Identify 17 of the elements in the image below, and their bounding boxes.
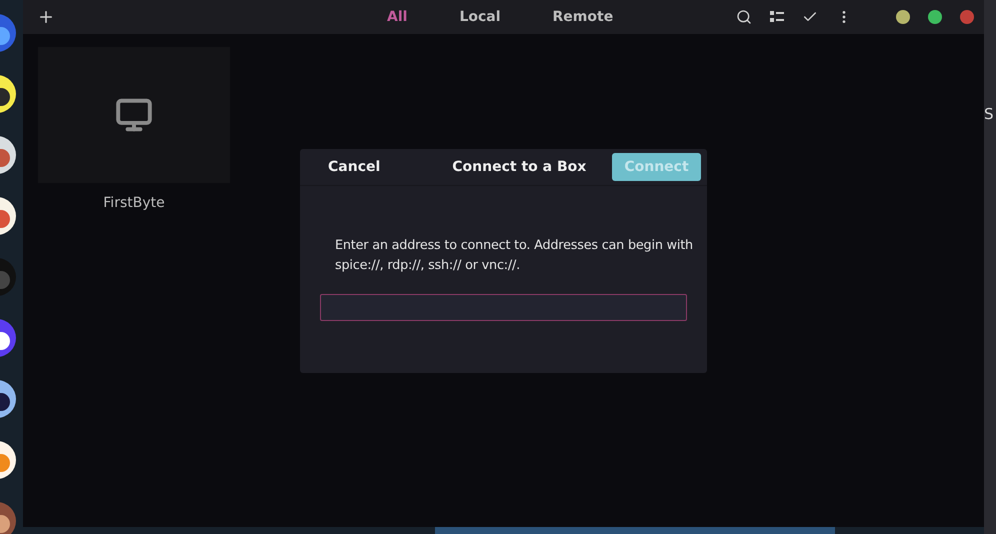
side-window-text: S: [984, 105, 994, 123]
instructions-text: Enter an address to connect to. Addresses can begin with spice://, rdp://, ssh:// or vnc://.: [335, 237, 694, 275]
minimize-button[interactable]: [896, 10, 910, 24]
tab[interactable]: Remote: [552, 9, 614, 25]
box-name: FirstByte: [103, 195, 165, 211]
search-icon[interactable]: [736, 9, 752, 25]
box-thumbnail[interactable]: [38, 47, 230, 183]
tab[interactable]: Local: [459, 9, 501, 25]
dialog-title: Connect to a Box: [452, 159, 586, 175]
add-button[interactable]: [37, 8, 55, 26]
monitor-icon: [115, 96, 153, 134]
close-button[interactable]: [960, 10, 974, 24]
tab[interactable]: All: [387, 9, 408, 25]
address-field[interactable]: [320, 294, 687, 321]
cancel-button[interactable]: Cancel: [328, 159, 380, 175]
list-view-icon[interactable]: [770, 11, 784, 23]
maximize-button[interactable]: [928, 10, 942, 24]
